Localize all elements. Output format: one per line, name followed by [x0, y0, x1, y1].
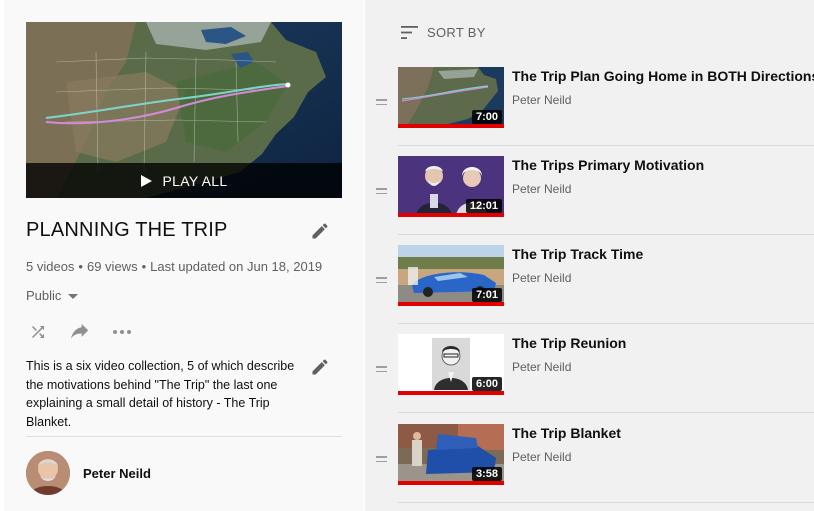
row-divider	[398, 502, 814, 503]
owner-avatar[interactable]	[26, 451, 70, 495]
playlist-video-row[interactable]: 3:58 The Trip Blanket Peter Neild	[365, 418, 814, 507]
play-all-label: PLAY ALL	[162, 172, 228, 189]
row-divider	[398, 412, 814, 413]
video-duration: 6:00	[471, 377, 502, 391]
video-duration: 7:01	[471, 288, 502, 302]
video-thumbnail[interactable]: 7:00	[398, 67, 504, 127]
watch-progress-bar	[398, 124, 504, 128]
play-all-button[interactable]: PLAY ALL	[26, 163, 342, 198]
video-title[interactable]: The Trip Plan Going Home in BOTH Directi…	[512, 68, 814, 84]
watch-progress-bar	[398, 213, 504, 217]
view-count: 69 views	[86, 259, 138, 274]
playlist-thumbnail[interactable]: PLAY ALL	[26, 22, 342, 198]
edit-title-pencil-icon[interactable]	[310, 221, 330, 241]
sort-by-button[interactable]: SORT BY	[401, 25, 486, 40]
video-channel[interactable]: Peter Neild	[512, 182, 571, 196]
shuffle-icon[interactable]	[26, 320, 50, 344]
video-title[interactable]: The Trip Reunion	[512, 335, 626, 351]
sort-label: SORT BY	[427, 25, 486, 40]
last-updated: Last updated on Jun 18, 2019	[150, 259, 323, 274]
video-channel[interactable]: Peter Neild	[512, 360, 571, 374]
row-divider	[398, 145, 814, 146]
playlist-stats: 5 videos • 69 views • Last updated on Jun 18…	[26, 259, 323, 274]
playlist-title: PLANNING THE TRIP	[26, 219, 228, 241]
play-icon	[140, 174, 152, 187]
drag-handle-icon[interactable]	[376, 456, 387, 463]
sort-icon	[401, 26, 418, 39]
privacy-value: Public	[26, 288, 62, 303]
video-channel[interactable]: Peter Neild	[512, 93, 571, 107]
drag-handle-icon[interactable]	[376, 366, 387, 373]
watch-progress-bar	[398, 481, 504, 485]
video-thumbnail[interactable]: 12:01	[398, 156, 504, 216]
video-thumbnail[interactable]: 3:58	[398, 424, 504, 484]
divider	[26, 436, 342, 437]
playlist-video-row[interactable]: 12:01 The Trips Primary Motivation Peter…	[365, 150, 814, 239]
drag-handle-icon[interactable]	[376, 99, 387, 106]
video-title[interactable]: The Trip Blanket	[512, 425, 621, 441]
watch-progress-bar	[398, 391, 504, 395]
playlist-video-row[interactable]: 6:00 The Trip Reunion Peter Neild	[365, 328, 814, 417]
watch-progress-bar	[398, 302, 504, 306]
playlist-video-list: SORT BY 7:00 The Trip Plan Going Home in…	[365, 0, 814, 511]
video-channel[interactable]: Peter Neild	[512, 271, 571, 285]
privacy-dropdown[interactable]: Public	[26, 288, 79, 303]
row-divider	[398, 234, 814, 235]
video-duration: 7:00	[471, 110, 502, 124]
video-thumbnail[interactable]: 6:00	[398, 334, 504, 394]
edit-description-pencil-icon[interactable]	[310, 357, 330, 377]
playlist-description: This is a six video collection, 5 of whi…	[26, 359, 295, 429]
video-thumbnail[interactable]: 7:01	[398, 245, 504, 305]
video-channel[interactable]: Peter Neild	[512, 450, 571, 464]
playlist-video-row[interactable]: 7:00 The Trip Plan Going Home in BOTH Di…	[365, 61, 814, 150]
drag-handle-icon[interactable]	[376, 188, 387, 195]
playlist-video-row[interactable]: 7:01 The Trip Track Time Peter Neild	[365, 239, 814, 328]
video-count: 5 videos	[26, 259, 75, 274]
video-duration: 3:58	[471, 467, 502, 481]
video-title[interactable]: The Trip Track Time	[512, 246, 643, 262]
owner-name[interactable]: Peter Neild	[83, 466, 151, 481]
more-icon[interactable]	[110, 320, 134, 344]
share-icon[interactable]	[68, 320, 92, 344]
drag-handle-icon[interactable]	[376, 277, 387, 284]
caret-down-icon	[68, 293, 79, 299]
video-title[interactable]: The Trips Primary Motivation	[512, 157, 704, 173]
playlist-actions	[26, 320, 152, 344]
playlist-sidebar: PLAY ALL PLANNING THE TRIP 5 videos • 69 v…	[4, 0, 364, 511]
row-divider	[398, 323, 814, 324]
video-duration: 12:01	[465, 199, 502, 213]
